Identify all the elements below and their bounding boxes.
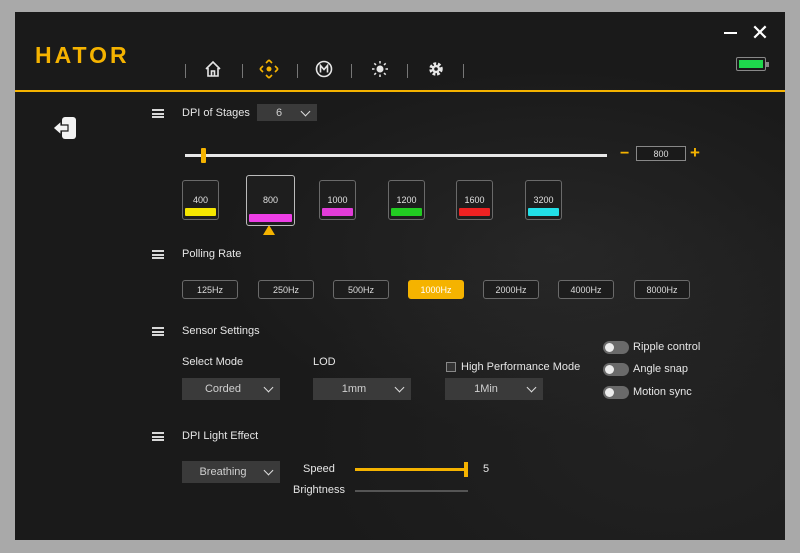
polling-rate-125hz[interactable]: 125Hz <box>182 280 238 299</box>
dpi-stage-value: 3200 <box>533 195 554 205</box>
dpi-stage-value: 800 <box>262 195 279 205</box>
minimize-button[interactable] <box>724 32 737 34</box>
dpi-stage-color-bar <box>322 208 353 216</box>
light-icon[interactable] <box>369 58 391 80</box>
high-performance-value: 1Min <box>474 383 498 395</box>
dpi-stage-value: 1000 <box>327 195 348 205</box>
brightness-slider[interactable] <box>355 490 468 492</box>
dpi-value-input[interactable]: 800 <box>636 146 686 161</box>
lod-label: LOD <box>313 356 336 368</box>
dpi-decrease-button[interactable]: − <box>620 145 629 163</box>
dpi-stage-800[interactable]: 800 <box>246 175 295 226</box>
nav-separator <box>351 64 352 78</box>
nav-separator <box>463 64 464 78</box>
dpi-light-effect-title: DPI Light Effect <box>182 430 259 442</box>
polling-rate-500hz[interactable]: 500Hz <box>333 280 389 299</box>
polling-rate-250hz[interactable]: 250Hz <box>258 280 314 299</box>
ripple-control-toggle[interactable] <box>603 341 629 354</box>
header-divider <box>15 90 785 92</box>
select-mode-value: Corded <box>204 383 242 395</box>
polling-rate-2000hz[interactable]: 2000Hz <box>483 280 539 299</box>
dpi-icon[interactable] <box>258 58 280 80</box>
dpi-stage-color-bar <box>249 214 292 222</box>
dpi-stages-title: DPI of Stages <box>182 107 250 119</box>
selected-stage-indicator <box>263 225 275 235</box>
nav-separator <box>297 64 298 78</box>
polling-rate-4000hz[interactable]: 4000Hz <box>558 280 614 299</box>
high-performance-dropdown[interactable]: 1Min <box>445 378 543 400</box>
motion-sync-toggle[interactable] <box>603 386 629 399</box>
section-menu-icon <box>152 250 164 259</box>
dpi-slider[interactable] <box>185 148 607 163</box>
dpi-stage-value: 1200 <box>396 195 417 205</box>
macro-icon[interactable] <box>313 58 335 80</box>
lod-dropdown[interactable]: 1mm <box>313 378 411 400</box>
dpi-stages-value: 6 <box>275 106 283 119</box>
dpi-stage-1600[interactable]: 1600 <box>456 180 493 220</box>
hator-logo: HATOR <box>35 42 130 68</box>
polling-rate-title: Polling Rate <box>182 248 242 260</box>
dpi-stage-1200[interactable]: 1200 <box>388 180 425 220</box>
settings-icon[interactable] <box>425 58 447 80</box>
dpi-stage-color-bar <box>185 208 216 216</box>
dpi-stage-1000[interactable]: 1000 <box>319 180 356 220</box>
dpi-stage-value: 1600 <box>464 195 485 205</box>
motion-sync-label: Motion sync <box>633 386 692 398</box>
angle-snap-label: Angle snap <box>633 363 689 375</box>
dpi-stage-color-bar <box>391 208 422 216</box>
sensor-settings-title: Sensor Settings <box>182 325 260 337</box>
speed-label: Speed <box>303 463 335 475</box>
select-mode-dropdown[interactable]: Corded <box>182 378 280 400</box>
select-mode-label: Select Mode <box>182 356 244 368</box>
close-button[interactable]: ✕ <box>750 22 770 44</box>
polling-rate-8000hz[interactable]: 8000Hz <box>634 280 690 299</box>
dpi-stage-3200[interactable]: 3200 <box>525 180 562 220</box>
speed-value: 5 <box>483 463 490 475</box>
close-icon: ✕ <box>750 20 770 45</box>
speed-slider-fill <box>355 468 468 471</box>
nav-separator <box>185 64 186 78</box>
ripple-control-label: Ripple control <box>633 341 701 353</box>
nav-separator <box>242 64 243 78</box>
angle-snap-toggle[interactable] <box>603 363 629 376</box>
battery-level <box>739 60 763 68</box>
dpi-stage-400[interactable]: 400 <box>182 180 219 220</box>
brightness-label: Brightness <box>293 484 345 496</box>
dpi-stages-select[interactable]: 6 <box>257 104 317 121</box>
dpi-stage-value: 400 <box>192 195 209 205</box>
section-menu-icon <box>152 109 164 118</box>
dpi-slider-thumb[interactable] <box>201 148 207 163</box>
dpi-increase-button[interactable]: + <box>690 143 700 163</box>
polling-rate-1000hz[interactable]: 1000Hz <box>408 280 464 299</box>
speed-slider-thumb[interactable] <box>464 462 468 477</box>
exit-icon[interactable] <box>51 115 79 141</box>
lod-value: 1mm <box>341 383 367 395</box>
high-performance-checkbox[interactable] <box>446 362 456 372</box>
battery-icon <box>736 57 769 71</box>
dpi-stage-color-bar <box>459 208 490 216</box>
speed-slider[interactable] <box>355 462 468 477</box>
light-effect-dropdown[interactable]: Breathing <box>182 461 280 483</box>
section-menu-icon <box>152 432 164 441</box>
home-icon[interactable] <box>202 58 224 80</box>
app-window: HATOR ✕ DPI of Stages 6 − 800 + Polling … <box>15 12 785 540</box>
nav-separator <box>407 64 408 78</box>
dpi-stage-color-bar <box>528 208 559 216</box>
light-effect-value: Breathing <box>199 466 247 478</box>
high-performance-label: High Performance Mode <box>461 361 581 373</box>
section-menu-icon <box>152 327 164 336</box>
